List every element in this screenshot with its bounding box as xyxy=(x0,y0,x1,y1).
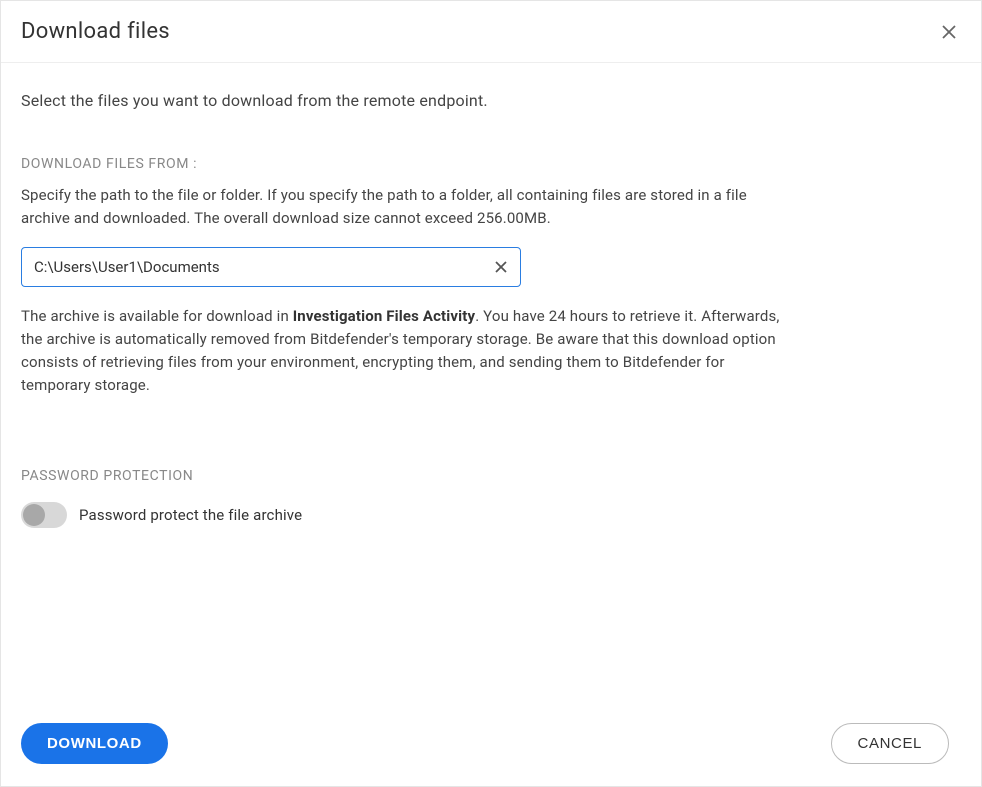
password-section-label: PASSWORD PROTECTION xyxy=(21,468,961,484)
password-section: PASSWORD PROTECTION Password protect the… xyxy=(21,468,961,528)
password-toggle[interactable] xyxy=(21,502,67,528)
intro-text: Select the files you want to download fr… xyxy=(21,91,961,110)
download-from-label: DOWNLOAD FILES FROM : xyxy=(21,156,961,172)
modal-body: Select the files you want to download fr… xyxy=(1,63,981,705)
archive-note: The archive is available for download in… xyxy=(21,305,781,398)
toggle-knob xyxy=(23,504,45,526)
clear-icon xyxy=(493,259,509,275)
download-button[interactable]: DOWNLOAD xyxy=(21,723,168,764)
archive-note-bold: Investigation Files Activity xyxy=(293,307,475,325)
download-files-modal: Download files Select the files you want… xyxy=(0,0,982,787)
path-help-text: Specify the path to the file or folder. … xyxy=(21,184,781,231)
path-input-wrapper xyxy=(21,247,521,287)
archive-note-prefix: The archive is available for download in xyxy=(21,307,293,325)
clear-input-button[interactable] xyxy=(487,253,515,281)
password-toggle-row: Password protect the file archive xyxy=(21,502,961,528)
close-button[interactable] xyxy=(937,20,961,44)
path-input[interactable] xyxy=(21,247,521,287)
password-toggle-label: Password protect the file archive xyxy=(79,506,302,524)
cancel-button[interactable]: CANCEL xyxy=(831,723,949,764)
close-icon xyxy=(941,24,957,40)
modal-footer: DOWNLOAD CANCEL xyxy=(1,705,981,786)
modal-title: Download files xyxy=(21,19,170,44)
modal-header: Download files xyxy=(1,1,981,63)
